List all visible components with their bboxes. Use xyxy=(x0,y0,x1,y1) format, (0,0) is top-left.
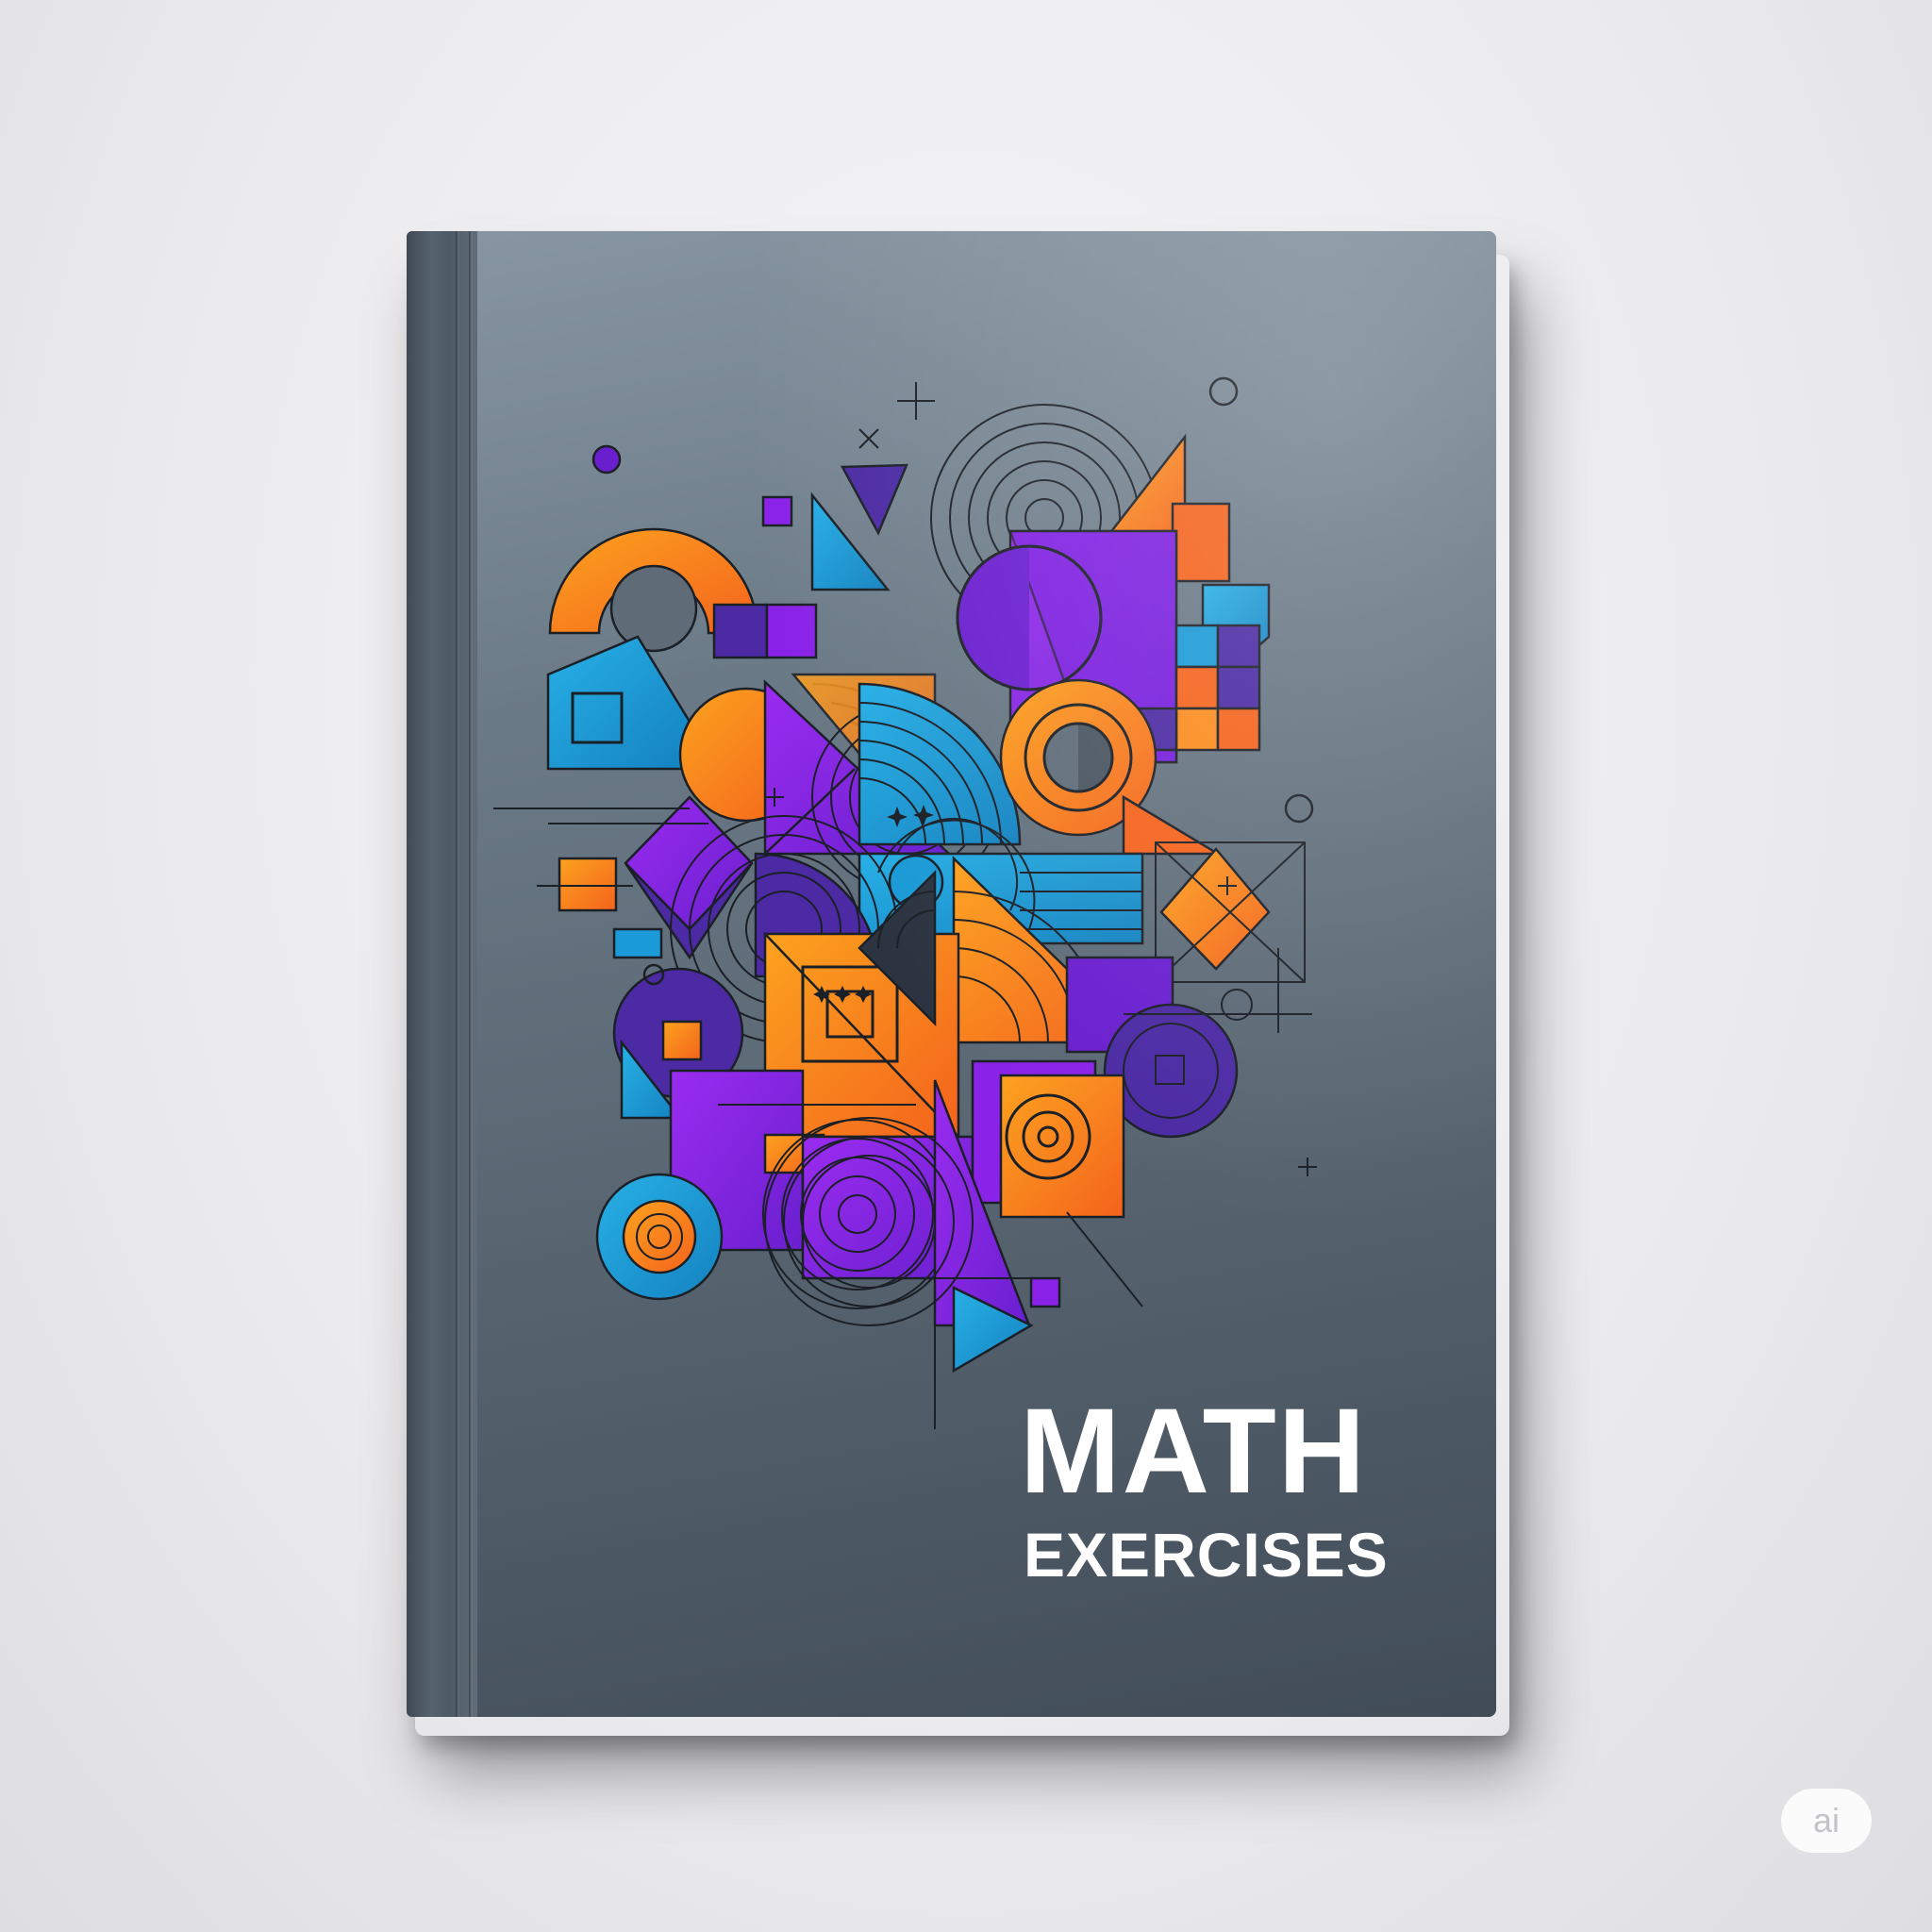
book-cover: MATH EXERCISES xyxy=(407,231,1496,1717)
book-subtitle: EXERCISES xyxy=(1024,1520,1389,1590)
book-title: MATH xyxy=(1020,1384,1368,1519)
ai-badge: ai xyxy=(1781,1789,1872,1853)
